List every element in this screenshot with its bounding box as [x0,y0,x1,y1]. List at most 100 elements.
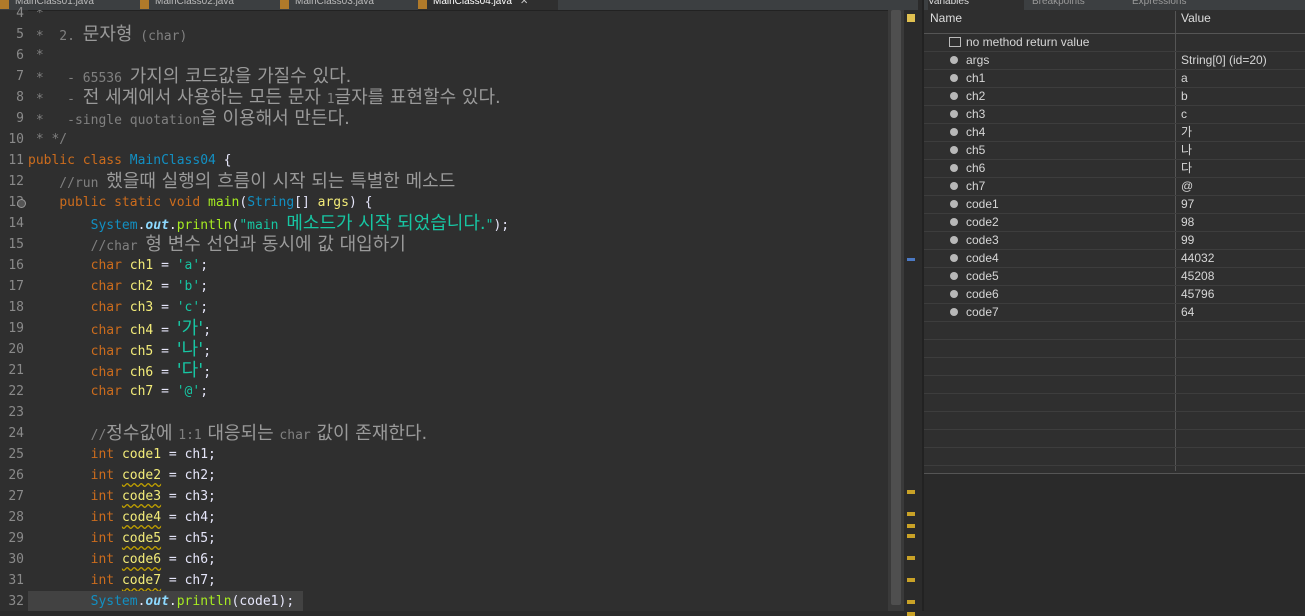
variable-row[interactable]: code4 44032 [924,249,1305,268]
overview-warning-marker[interactable] [907,512,915,516]
code-line: char ch4 = '가'; [28,318,211,339]
operator: = [161,552,185,567]
local-variable-icon [950,290,958,298]
operator: = [153,300,177,315]
comment: * -single quotation을 이용해서 만든다. [28,108,350,129]
variable-row[interactable]: code5 45208 [924,267,1305,286]
editor-tab[interactable]: MainClass03.java [280,0,410,10]
variable-row[interactable]: ch1 a [924,69,1305,88]
line-number: 32 [8,594,24,609]
keyword: void [168,195,201,210]
line-number: 10 [8,132,24,147]
code-line: public static void main(String[] args) { [28,192,372,213]
operator: = [153,344,177,359]
keyword: public [28,153,75,168]
name-column-header[interactable]: Name [924,11,1175,33]
line-number: 6 [16,48,24,63]
editor-tab[interactable]: MainClass04.java ✕ [418,0,558,10]
fold-toggle-icon[interactable] [17,199,26,208]
variable-row[interactable]: no method return value [924,33,1305,52]
line-number: 25 [8,447,24,462]
line-number: 4 [16,6,24,21]
variable-row[interactable]: ch6 다 [924,159,1305,178]
code-line: int code4 = ch4; [28,507,216,528]
code-editor[interactable]: MainClass01.java MainClass02.java MainClas… [0,0,918,616]
overview-ruler[interactable] [904,10,918,616]
overview-warning-marker[interactable] [907,578,915,582]
variable-row[interactable]: ch2 b [924,87,1305,106]
operator: = [153,258,177,273]
variable-row[interactable]: code1 97 [924,195,1305,214]
variable-name: code6 [966,287,999,301]
variable-row[interactable]: ch4 가 [924,123,1305,142]
char-literal: 'a' [176,258,201,273]
line-number: 15 [8,237,24,252]
overview-warning-marker[interactable] [907,612,915,616]
paren: ); [493,218,510,233]
keyword: int [90,489,115,504]
semicolon: ; [200,258,209,273]
editor-vertical-scrollbar[interactable] [888,10,904,611]
overview-warning-marker[interactable] [907,524,915,528]
semicolon: ; [200,300,209,315]
comment-text: //run [28,176,107,191]
variable-value: 나 [1181,143,1193,157]
overview-warning-marker[interactable] [907,600,915,604]
code-line: //char 형 변수 선언과 동시에 값 대입하기 [28,234,406,255]
variable-name: ch1 [966,71,986,85]
code-line: System.out.println("main 메소드가 시작 되었습니다."… [28,213,510,234]
variable-row[interactable]: ch5 나 [924,141,1305,160]
comment-text: * 2. [28,29,83,44]
debug-view-tab-label: Variables [928,0,969,7]
comment-text: 값이 존재한다. [310,423,428,444]
empty-table-row [924,393,1305,412]
variable-row[interactable]: ch7 @ [924,177,1305,196]
variable-row[interactable]: code6 45796 [924,285,1305,304]
comment: * [28,10,44,21]
detail-pane[interactable] [924,473,1305,612]
overview-warning-marker[interactable] [907,556,915,560]
semicolon: ; [208,468,216,483]
comment-text: 1 [326,92,335,107]
code-area[interactable]: * * 2. 문자형 (char) * * - 65536 가지의 코드값을 가… [28,10,888,611]
semicolon: ; [200,279,209,294]
code-line: * - 65536 가지의 코드값을 가질수 있다. [28,66,352,87]
variable-row[interactable]: code7 64 [924,303,1305,322]
keyword: char [90,279,122,294]
value-column-header[interactable]: Value [1175,11,1305,33]
source-variable: ch4 [184,510,209,525]
keyword: char [90,258,122,273]
overview-warning-icon[interactable] [907,14,915,22]
comment: * */ [28,132,68,147]
semicolon: ; [208,510,216,525]
overview-warning-marker[interactable] [907,534,915,538]
comment-text: 문자형 [82,24,133,45]
variable-row[interactable]: args String[0] (id=20) [924,51,1305,70]
overview-current-line-marker[interactable] [907,258,915,261]
code-line: * - 전 세계에서 사용하는 모든 문자 1글자를 표현할수 있다. [28,87,501,108]
variable-name: ch3 [966,107,986,121]
scrollbar-thumb[interactable] [891,10,901,605]
close-icon[interactable]: ✕ [520,0,528,7]
variable-row[interactable]: ch3 c [924,105,1305,124]
debug-view-tab[interactable]: Variables [928,0,1024,10]
semicolon: ; [200,384,209,399]
debug-view-tab[interactable]: Breakpoints [1032,0,1124,10]
empty-table-row [924,375,1305,394]
semicolon: ; [203,323,212,338]
debug-view-tab[interactable]: Expressions [1132,0,1228,10]
variable-row[interactable]: code3 99 [924,231,1305,250]
line-number: 29 [8,531,24,546]
editor-tab[interactable]: MainClass02.java [140,0,272,10]
variable-row[interactable]: code2 98 [924,213,1305,232]
code-line: char ch3 = 'c'; [28,297,208,318]
overview-warning-marker[interactable] [907,490,915,494]
